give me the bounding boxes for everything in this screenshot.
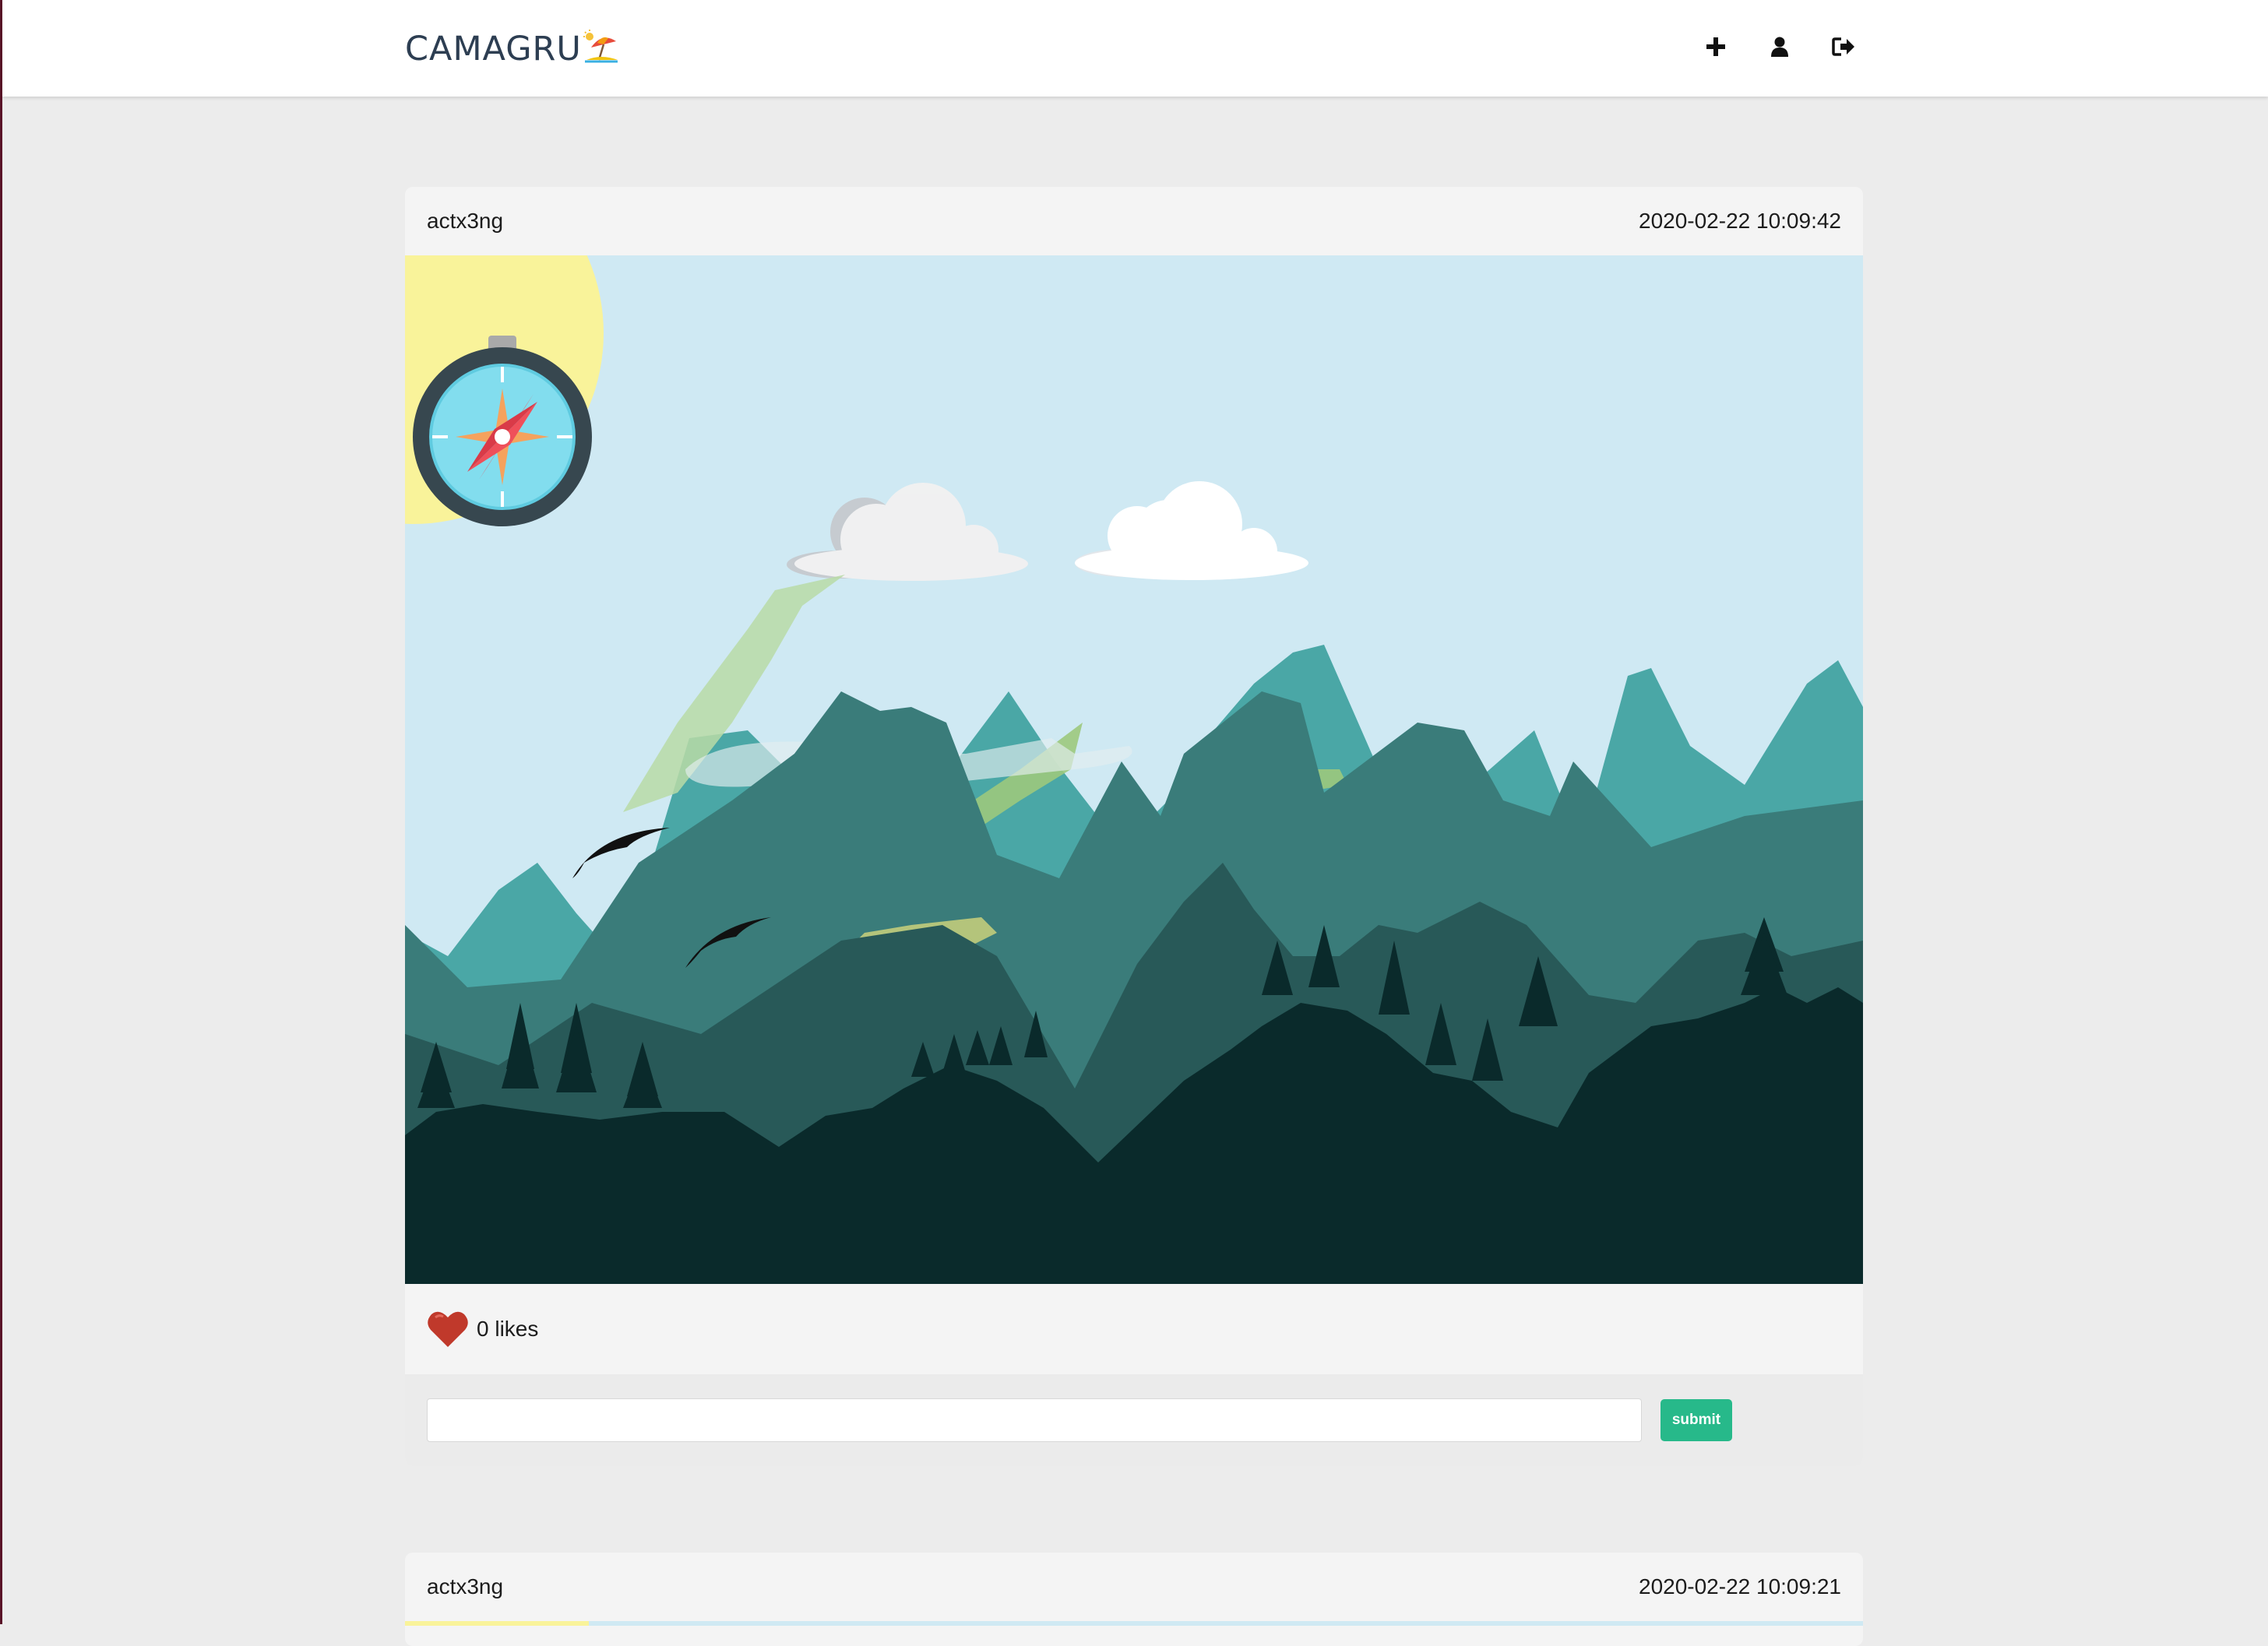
sign-out-icon[interactable]	[1828, 31, 1859, 62]
post-timestamp: 2020-02-22 10:09:42	[1639, 209, 1841, 233]
post-header: actx3ng 2020-02-22 10:09:21	[405, 1553, 1863, 1621]
nav-actions	[1700, 31, 1859, 62]
post-card: actx3ng 2020-02-22 10:09:42 0 likes subm…	[405, 187, 1863, 1466]
logo[interactable]: CAMAGRU	[405, 28, 619, 70]
post-author[interactable]: actx3ng	[427, 209, 503, 234]
beach-umbrella-icon	[583, 30, 618, 63]
heart-icon[interactable]	[427, 1310, 469, 1349]
logo-text: CAMAGRU	[405, 30, 582, 69]
sun-shape	[405, 1621, 589, 1626]
likes-row: 0 likes	[405, 1284, 1863, 1374]
window-edge	[0, 0, 2, 1624]
post-header: actx3ng 2020-02-22 10:09:42	[405, 187, 1863, 255]
plus-icon[interactable]	[1700, 31, 1731, 62]
post-author[interactable]: actx3ng	[427, 1574, 503, 1599]
top-navbar: CAMAGRU	[2, 0, 2268, 97]
comment-form: submit	[405, 1374, 1863, 1466]
post-timestamp: 2020-02-22 10:09:21	[1639, 1574, 1841, 1599]
comment-input[interactable]	[427, 1398, 1642, 1442]
post-image	[405, 1621, 1863, 1626]
post-card: actx3ng 2020-02-22 10:09:21	[405, 1553, 1863, 1646]
submit-button[interactable]: submit	[1660, 1399, 1732, 1441]
likes-count: 0 likes	[477, 1317, 539, 1341]
user-icon[interactable]	[1764, 31, 1795, 62]
post-image	[405, 255, 1863, 1284]
